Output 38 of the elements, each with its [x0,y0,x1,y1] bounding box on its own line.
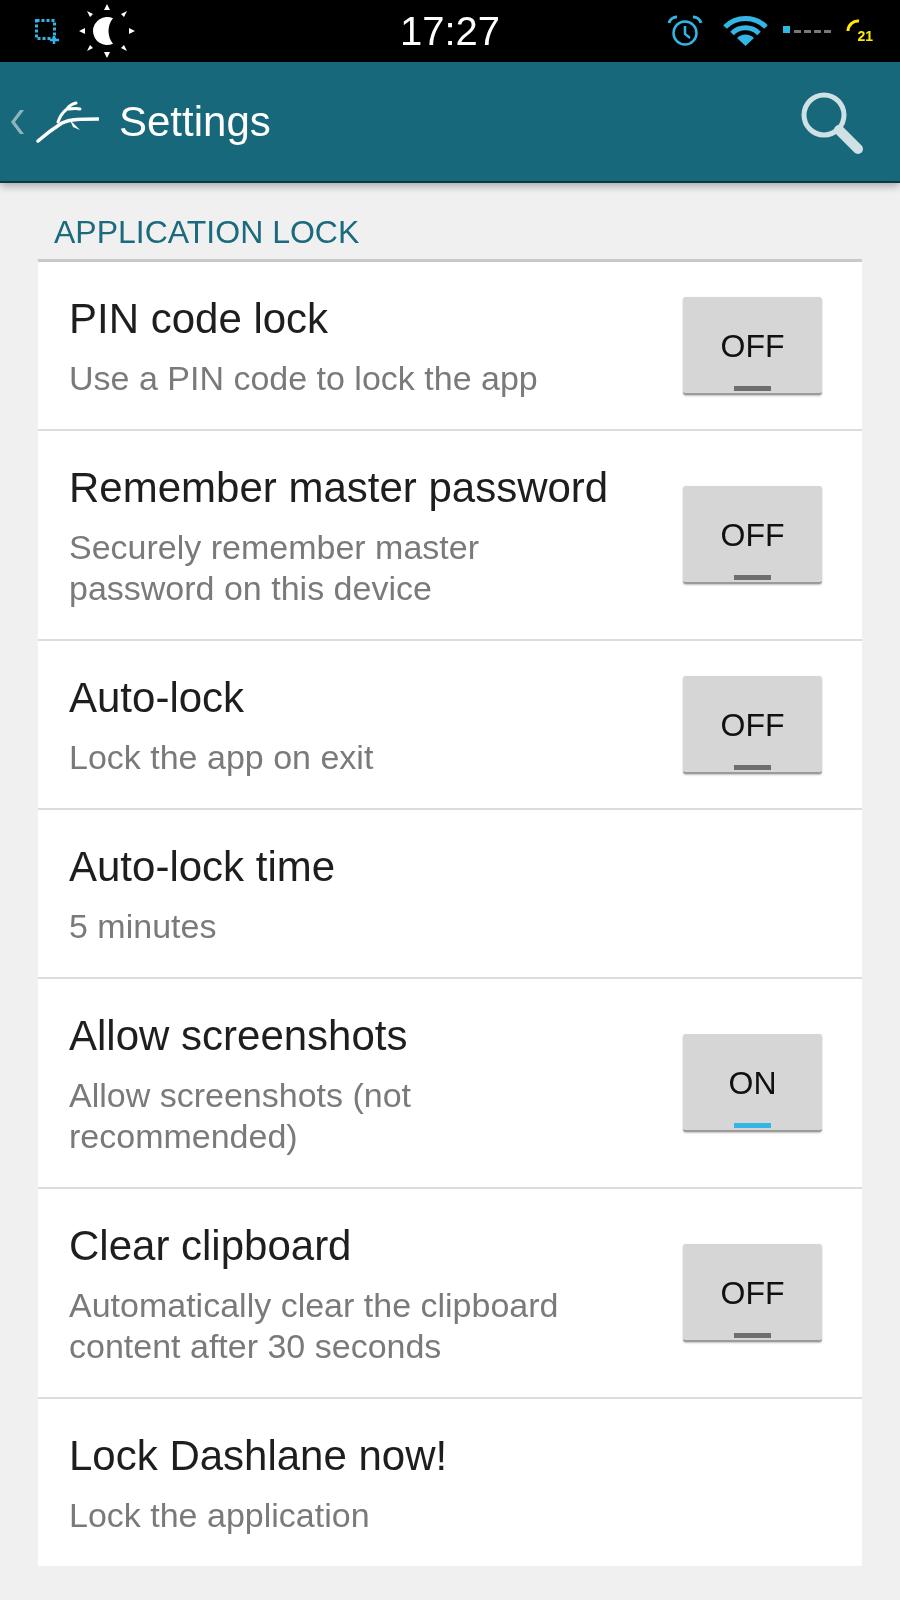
indicator-number: 21 [857,29,873,43]
setting-title: Lock Dashlane now! [69,1431,448,1481]
toggle-switch[interactable]: OFF [683,1244,822,1342]
back-chevron-icon[interactable] [10,107,26,136]
alarm-clock-icon [665,15,705,47]
section-header: APPLICATION LOCK [54,215,360,249]
setting-title: Remember master password [69,463,609,513]
setting-title: Clear clipboard [69,1221,352,1271]
toggle-switch[interactable]: OFF [683,675,822,774]
wifi-icon [723,16,768,46]
arc-icon [846,19,860,31]
settings-row[interactable]: Clear clipboard Automatically clear the clipboard content after 30 seconds OFF [38,1189,862,1399]
screen-title: Settings [119,96,271,147]
setting-title: Auto-lock time [69,842,336,892]
settings-row[interactable]: Lock Dashlane now! Lock the application [38,1399,862,1566]
settings-row[interactable]: PIN code lock Use a PIN code to lock the app OFF [38,262,862,431]
setting-title: Auto-lock [69,673,245,723]
setting-summary: Allow screenshots (not recommended) [69,1075,413,1157]
brightness-icon [79,4,135,58]
dotted-square-icon [35,18,59,44]
setting-summary: Lock the application [69,1495,370,1536]
toggle-switch[interactable]: OFF [683,296,822,395]
settings-row[interactable]: Auto-lock Lock the app on exit OFF [38,641,862,810]
setting-title: PIN code lock [69,294,329,344]
setting-summary: Automatically clear the clipboard content after 30 seconds [69,1285,560,1367]
setting-title: Allow screenshots [69,1011,408,1061]
setting-summary: 5 minutes [69,906,217,947]
settings-row[interactable]: Auto-lock time 5 minutes [38,810,862,979]
settings-row[interactable]: Remember master password Securely remember master password on this device OFF [38,431,862,641]
setting-summary: Use a PIN code to lock the app [69,358,538,399]
clock-time: 17:27 [399,8,501,55]
toggle-switch[interactable]: ON [683,1034,822,1132]
settings-row[interactable]: Allow screenshots Allow screenshots (not recommended) ON [38,979,862,1189]
toggle-switch[interactable]: OFF [683,486,822,584]
signal-bars-icon [783,26,831,33]
setting-summary: Lock the app on exit [69,737,374,778]
antelope-logo-icon[interactable] [36,100,99,143]
setting-summary: Securely remember master password on this device [69,527,480,609]
